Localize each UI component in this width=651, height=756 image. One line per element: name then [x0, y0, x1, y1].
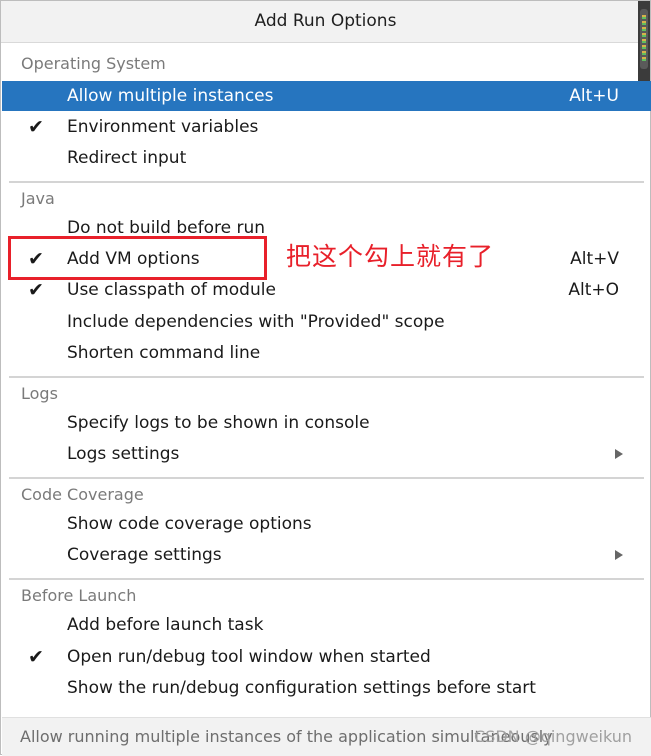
add-run-options-popup: Add Run Options Operating System Allow m…: [0, 0, 651, 756]
separator: [9, 578, 644, 580]
menu-item-logs-settings[interactable]: Logs settings: [2, 439, 651, 469]
footer-text: Allow running multiple instances of the …: [20, 727, 553, 746]
menu-item-show-code-coverage-options[interactable]: Show code coverage options: [2, 509, 651, 539]
menu-item-shortcut: Alt+O: [568, 280, 619, 300]
menu-item-label: Allow multiple instances: [67, 86, 274, 106]
menu-item-label: Include dependencies with "Provided" sco…: [67, 312, 445, 332]
menu-item-include-dependencies-provided[interactable]: Include dependencies with "Provided" sco…: [2, 307, 651, 337]
menu-item-shortcut: Alt+V: [570, 249, 619, 269]
menu-item-allow-multiple-instances[interactable]: Allow multiple instances Alt+U: [2, 81, 651, 111]
menu-item-label: Shorten command line: [67, 343, 261, 363]
menu-item-label: Logs settings: [67, 444, 180, 464]
menu-item-label: Specify logs to be shown in console: [67, 413, 370, 433]
section-header-logs: Logs: [21, 384, 58, 403]
submenu-arrow-icon: [615, 550, 623, 560]
menu-item-label: Redirect input: [67, 148, 187, 168]
menu-item-label: Environment variables: [67, 117, 259, 137]
menu-item-coverage-settings[interactable]: Coverage settings: [2, 540, 651, 570]
section-header-before-launch: Before Launch: [21, 586, 137, 605]
menu-item-redirect-input[interactable]: Redirect input: [2, 143, 651, 173]
menu-item-label: Open run/debug tool window when started: [67, 647, 431, 667]
menu-item-environment-variables[interactable]: ✔ Environment variables: [2, 112, 651, 142]
menu-item-label: Add before launch task: [67, 615, 264, 635]
menu-item-specify-logs[interactable]: Specify logs to be shown in console: [2, 408, 651, 438]
section-header-operating-system: Operating System: [21, 54, 166, 73]
menu-item-show-run-debug-configuration[interactable]: Show the run/debug configuration setting…: [2, 673, 651, 703]
section-header-code-coverage: Code Coverage: [21, 485, 144, 504]
scrollbar[interactable]: [638, 1, 650, 81]
submenu-arrow-icon: [615, 449, 623, 459]
annotation-text: 把这个勾上就有了: [286, 242, 495, 271]
separator: [9, 477, 644, 479]
separator: [9, 376, 644, 378]
footer-description: Allow running multiple instances of the …: [2, 717, 651, 756]
checkmark-icon: ✔: [28, 116, 44, 138]
menu-item-shorten-command-line[interactable]: Shorten command line: [2, 338, 651, 368]
checkmark-icon: ✔: [28, 646, 44, 668]
menu-item-add-before-launch-task[interactable]: Add before launch task: [2, 610, 651, 640]
menu-item-label: Show the run/debug configuration setting…: [67, 678, 536, 698]
watermark: CSDN @qingweikun: [474, 727, 633, 746]
menu-item-open-run-debug-tool-window[interactable]: ✔ Open run/debug tool window when starte…: [2, 642, 651, 672]
scrollbar-markers: [642, 15, 646, 63]
popup-title: Add Run Options: [1, 1, 650, 43]
menu-item-shortcut: Alt+U: [569, 86, 619, 106]
annotation-highlight-box: [8, 236, 267, 280]
separator: [9, 181, 644, 183]
menu-item-label: Coverage settings: [67, 545, 222, 565]
menu-item-label: Show code coverage options: [67, 514, 312, 534]
section-header-java: Java: [21, 189, 55, 208]
